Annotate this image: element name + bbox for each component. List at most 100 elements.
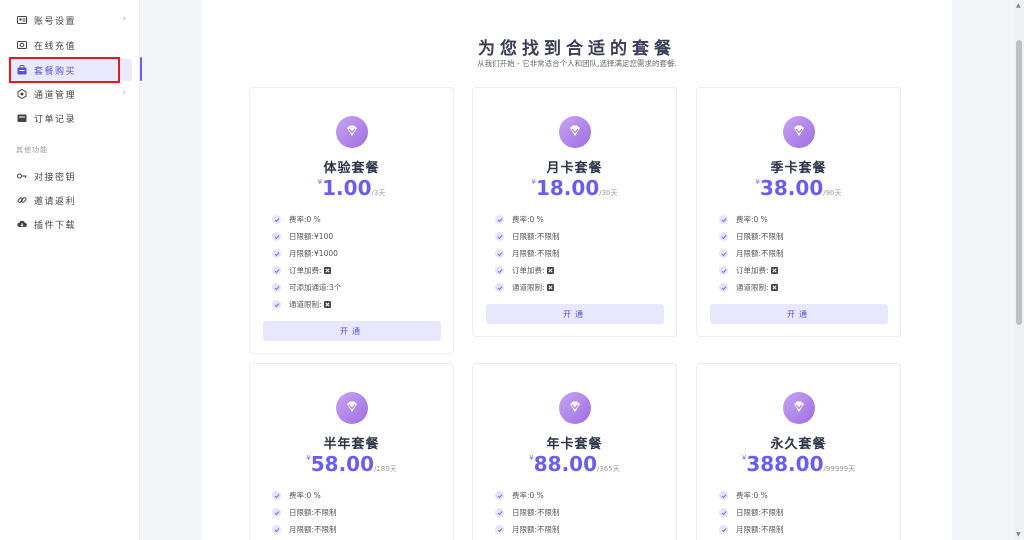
feature-item: 费率: 0 %	[272, 487, 442, 504]
sidebar-item-label: 对接密钥	[34, 172, 77, 183]
sidebar-item-label: 账号设置	[34, 16, 77, 27]
feature-item: 月限额: 不限制	[272, 521, 442, 538]
diamond-icon	[336, 116, 368, 148]
scroll-up-arrow-icon[interactable]: ▲	[1016, 2, 1021, 9]
check-icon	[719, 491, 728, 500]
page-title: 为您找到合适的套餐	[478, 39, 676, 59]
currency-symbol: ¥	[529, 454, 534, 462]
plan-card-permanent: 永久套餐 ¥388.00/99999天 费率: 0 % 日限额: 不限制 月限额: 不…	[696, 363, 901, 540]
price-value: 1.00	[322, 176, 372, 200]
price-period: /3天	[371, 189, 386, 197]
sidebar-item-api-key[interactable]: 对接密钥	[8, 165, 132, 187]
feature-item: 费率: 0 %	[719, 487, 889, 504]
x-box-icon	[770, 284, 778, 291]
x-box-icon	[546, 267, 554, 274]
feature-item: 日限额: 不限制	[495, 228, 665, 245]
check-icon	[272, 249, 281, 258]
sidebar-item-order-records[interactable]: 订单记录	[8, 107, 132, 129]
check-icon	[719, 249, 728, 258]
feature-item: 月限额: 不限制	[495, 521, 665, 538]
price-value: 388.00	[746, 452, 824, 476]
check-icon	[272, 508, 281, 517]
feature-item: 日限额: 不限制	[719, 504, 889, 521]
check-icon	[495, 508, 504, 517]
check-icon	[719, 232, 728, 241]
check-icon	[272, 300, 281, 309]
feature-item: 通道限制:	[272, 296, 442, 313]
check-icon	[272, 525, 281, 534]
feature-item: 月限额: 不限制	[495, 245, 665, 262]
price-period: /180天	[374, 465, 397, 473]
feature-item: 费率: 0 %	[495, 487, 665, 504]
feature-item: 订单加费:	[272, 262, 442, 279]
sidebar-item-channel-management[interactable]: 通道管理 ›	[8, 83, 132, 105]
plan-card-quarterly: 季卡套餐 ¥38.00/90天 费率: 0 % 日限额: 不限制 月限额: 不限制 订…	[696, 87, 901, 337]
feature-list: 费率: 0 % 日限额: 不限制 月限额: 不限制	[495, 487, 665, 538]
diamond-icon	[783, 392, 815, 424]
check-icon	[495, 215, 504, 224]
check-icon	[272, 266, 281, 275]
plan-name: 体验套餐	[323, 161, 380, 176]
check-icon	[495, 491, 504, 500]
check-icon	[272, 283, 281, 292]
highlight-annotation-box	[9, 57, 120, 83]
plan-card-half-year: 半年套餐 ¥58.00/180天 费率: 0 % 日限额: 不限制 月限额: 不限制	[249, 363, 454, 540]
plan-card-trial: 体验套餐 ¥1.00/3天 费率: 0 % 日限额: ¥100 月限额: ¥1000 …	[249, 87, 454, 354]
check-icon	[719, 283, 728, 292]
plan-name: 月卡套餐	[546, 161, 603, 176]
feature-item: 通道限制:	[495, 279, 665, 296]
activate-button[interactable]: 开通	[486, 304, 664, 324]
feature-item: 可添加通道: 3个	[272, 279, 442, 296]
check-icon	[719, 266, 728, 275]
sidebar-item-recharge[interactable]: 在线充值	[8, 34, 132, 56]
feature-item: 订单加费:	[495, 262, 665, 279]
feature-item: 费率: 0 %	[272, 211, 442, 228]
currency-symbol: ¥	[755, 178, 760, 186]
price-value: 18.00	[535, 176, 600, 200]
check-icon	[272, 491, 281, 500]
sidebar-item-account-settings[interactable]: 账号设置 ›	[8, 9, 132, 31]
key-icon	[17, 171, 27, 181]
plan-price: ¥18.00/30天	[473, 176, 676, 200]
feature-item: 订单加费:	[719, 262, 889, 279]
sidebar-item-plugin-download[interactable]: 插件下载	[8, 213, 132, 235]
plan-name: 半年套餐	[323, 437, 380, 452]
feature-item: 月限额: ¥1000	[272, 245, 442, 262]
check-icon	[495, 249, 504, 258]
scroll-down-arrow-icon[interactable]: ▼	[1016, 531, 1021, 538]
check-icon	[272, 215, 281, 224]
check-icon	[495, 283, 504, 292]
page-subtitle: 从我们开始 - 它非常适合个人和团队,选择满足您需求的套餐.	[477, 59, 677, 68]
main-content: 为您找到合适的套餐 从我们开始 - 它非常适合个人和团队,选择满足您需求的套餐.…	[202, 0, 952, 540]
price-value: 38.00	[759, 176, 824, 200]
diamond-icon	[783, 116, 815, 148]
scrollbar-thumb[interactable]	[1016, 40, 1022, 325]
feature-item: 日限额: ¥100	[272, 228, 442, 245]
feature-list: 费率: 0 % 日限额: 不限制 月限额: 不限制 订单加费: 通道限制:	[719, 211, 889, 296]
x-box-icon	[546, 284, 554, 291]
check-icon	[719, 215, 728, 224]
order-folder-icon	[17, 113, 27, 123]
price-period: /99999天	[823, 465, 856, 473]
plan-name: 季卡套餐	[770, 161, 827, 176]
sidebar-item-invite-rebate[interactable]: 邀请返利	[8, 189, 132, 211]
price-period: /365天	[597, 465, 620, 473]
plan-card-yearly: 年卡套餐 ¥88.00/365天 费率: 0 % 日限额: 不限制 月限额: 不限制	[472, 363, 677, 540]
diamond-icon	[559, 392, 591, 424]
chevron-right-icon: ›	[122, 14, 126, 24]
page-scrollbar[interactable]: ▲ ▼	[1014, 0, 1024, 540]
activate-button[interactable]: 开通	[263, 321, 441, 341]
price-period: /90天	[823, 189, 842, 197]
id-card-icon	[17, 15, 27, 25]
price-period: /30天	[599, 189, 618, 197]
price-value: 58.00	[310, 452, 374, 476]
diamond-icon	[559, 116, 591, 148]
check-icon	[495, 266, 504, 275]
activate-button[interactable]: 开通	[710, 304, 888, 324]
check-icon	[272, 232, 281, 241]
feature-item: 日限额: 不限制	[495, 504, 665, 521]
check-icon	[719, 525, 728, 534]
plan-price: ¥38.00/90天	[697, 176, 900, 200]
currency-symbol: ¥	[741, 454, 747, 462]
currency-symbol: ¥	[306, 454, 311, 462]
